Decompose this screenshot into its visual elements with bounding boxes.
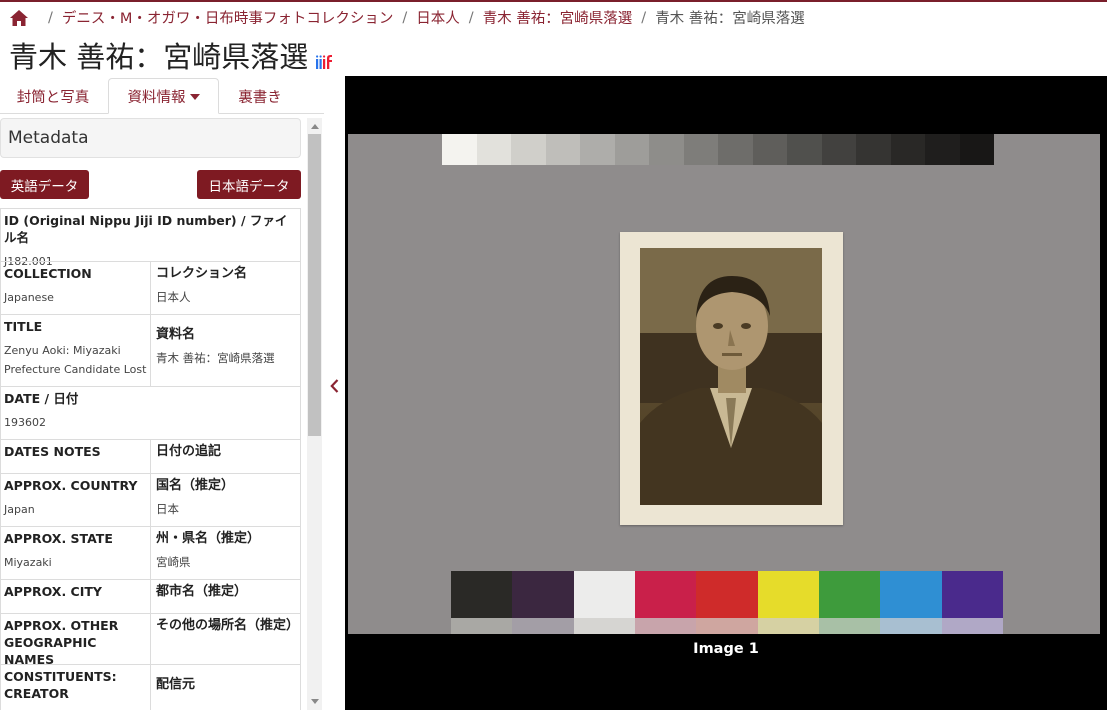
scanned-photo (348, 134, 1100, 634)
field-label: TITLE (4, 319, 43, 334)
portrait-photo (640, 248, 822, 505)
tab-envelope-and-photo[interactable]: 封筒と写真 (0, 78, 106, 114)
tab-label: 資料情報 (127, 89, 186, 106)
breadcrumb-separator: / (468, 9, 474, 26)
field-value: Japan (4, 503, 35, 516)
scroll-down-arrow-icon[interactable] (311, 699, 319, 704)
field-label-jp: 州・県名（推定） (156, 531, 261, 546)
table-row: ID (Original Nippu Jiji ID number) / ファイ… (1, 208, 300, 268)
tab-item-info[interactable]: 資料情報 (108, 78, 219, 114)
field-label-jp: 資料名 (156, 327, 196, 342)
chevron-left-icon[interactable] (330, 379, 339, 393)
panel-scrollbar[interactable] (307, 118, 322, 710)
field-value: Zenyu Aoki: Miyazaki Prefecture Candidat… (4, 344, 147, 376)
color-calibration-target (451, 571, 1003, 634)
field-value: Miyazaki (4, 556, 52, 569)
field-value-jp: 青木 善祐：宮崎県落選 (156, 351, 275, 365)
table-row: DATE / 日付 193602 (1, 386, 300, 439)
field-label-jp: 配信元 (156, 677, 196, 692)
table-row: CONSTITUENTS: CREATOR 配信元 (1, 664, 300, 710)
image-caption: Image 1 (693, 641, 759, 657)
field-value: Japanese (4, 291, 54, 304)
panel-collapse-toggle[interactable] (324, 76, 345, 710)
field-value-jp: 日本 (156, 502, 179, 516)
breadcrumb-separator: / (402, 9, 408, 26)
field-value: 193602 (4, 416, 46, 429)
breadcrumb-current: 青木 善祐：宮崎県落選 (655, 11, 805, 27)
field-label: COLLECTION (4, 266, 92, 281)
home-icon[interactable] (9, 9, 29, 27)
field-label-jp: その他の場所名（推定） (156, 618, 300, 633)
table-row: APPROX. OTHER GEOGRAPHIC NAMES その他の場所名（推… (1, 613, 300, 667)
table-row: APPROX. CITY 都市名（推定） (1, 579, 300, 613)
english-data-button[interactable]: 英語データ (0, 170, 89, 199)
field-label: APPROX. OTHER GEOGRAPHIC NAMES (4, 618, 119, 667)
page-title: 青木 善祐：宮崎県落選 (9, 39, 309, 74)
tab-endorsement[interactable]: 裏書き (220, 78, 300, 114)
metadata-table: ID (Original Nippu Jiji ID number) / ファイ… (0, 208, 301, 710)
field-value-jp: 宮崎県 (156, 555, 191, 569)
field-label-jp: コレクション名 (156, 266, 248, 281)
gray-scale-target (442, 134, 994, 165)
table-row: APPROX. COUNTRY Japan 国名（推定） 日本 (1, 473, 300, 526)
image-viewer[interactable]: Image 1 (345, 76, 1107, 710)
breadcrumb-separator: / (48, 9, 53, 26)
field-label-jp: 都市名（推定） (156, 584, 248, 599)
field-label: CONSTITUENTS: CREATOR (4, 669, 117, 701)
field-label: APPROX. COUNTRY (4, 478, 138, 493)
iiif-logo[interactable] (316, 54, 333, 69)
breadcrumb-item[interactable]: 青木 善祐：宮崎県落選 (483, 7, 633, 28)
field-label: APPROX. STATE (4, 531, 113, 546)
field-value-jp: 日本人 (156, 290, 191, 304)
title-row: 青木 善祐：宮崎県落選 (0, 33, 1107, 76)
field-label: DATES NOTES (4, 444, 101, 459)
breadcrumb-collection[interactable]: デニス・M・オガワ・日布時事フォトコレクション (62, 7, 394, 28)
table-row: COLLECTION Japanese コレクション名 日本人 (1, 261, 300, 314)
metadata-panel: 封筒と写真 資料情報 裏書き Metadata 英語データ 日本語データ ID … (0, 76, 324, 710)
caret-down-icon (189, 94, 200, 100)
metadata-scroll-area[interactable]: Metadata 英語データ 日本語データ ID (Original Nippu… (0, 116, 305, 710)
scroll-thumb[interactable] (308, 134, 321, 436)
breadcrumb: / デニス・M・オガワ・日布時事フォトコレクション / 日本人 / 青木 善祐：… (0, 2, 1107, 33)
breadcrumb-category[interactable]: 日本人 (416, 7, 460, 28)
field-label: DATE / 日付 (4, 391, 79, 406)
table-row: TITLE Zenyu Aoki: Miyazaki Prefecture Ca… (1, 314, 300, 386)
breadcrumb-separator: / (641, 9, 647, 26)
field-label-jp: 日付の追記 (156, 444, 222, 459)
japanese-data-button[interactable]: 日本語データ (197, 170, 301, 199)
field-label: APPROX. CITY (4, 584, 102, 599)
photo-card (620, 232, 843, 525)
tab-label: 封筒と写真 (16, 89, 90, 106)
tab-label: 裏書き (238, 89, 282, 106)
tab-bar: 封筒と写真 資料情報 裏書き (0, 78, 324, 114)
table-row: APPROX. STATE Miyazaki 州・県名（推定） 宮崎県 (1, 526, 300, 579)
table-row: DATES NOTES 日付の追記 (1, 439, 300, 473)
field-label-jp: 国名（推定） (156, 478, 235, 493)
metadata-header: Metadata (0, 118, 301, 158)
field-label: ID (Original Nippu Jiji ID number) / ファイ… (4, 213, 288, 245)
scroll-up-arrow-icon[interactable] (311, 124, 319, 129)
